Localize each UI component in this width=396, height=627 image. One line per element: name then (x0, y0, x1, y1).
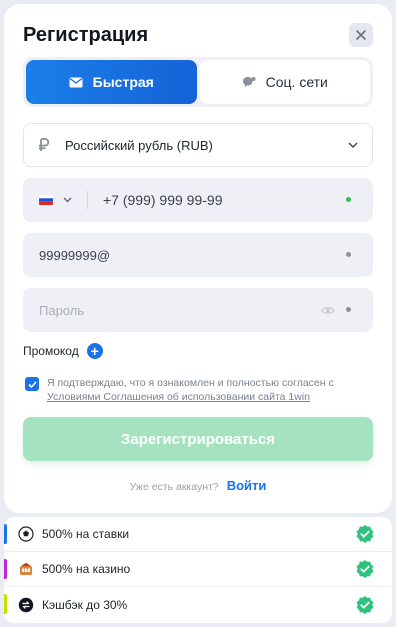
currency-select[interactable]: Российский рубль (RUB) (23, 123, 373, 167)
bonus-label: 500% на ставки (42, 527, 130, 541)
login-question: Уже есть аккаунт? (129, 481, 219, 493)
add-promo-button[interactable]: + (86, 343, 103, 359)
bonus-bar (4, 524, 7, 544)
bonus-item: 500% на казино (4, 552, 392, 587)
phone-divider (87, 191, 88, 209)
email-status-indicator (346, 252, 351, 257)
flag-ru-icon (39, 195, 53, 205)
bonus-bar (4, 594, 7, 614)
tab-social[interactable]: Соц. сети (199, 60, 370, 104)
password-status-indicator (346, 307, 351, 312)
verified-badge-icon (356, 560, 374, 578)
chevron-down-icon (63, 197, 72, 203)
modal-title: Регистрация (23, 24, 149, 46)
close-icon (356, 30, 366, 40)
bonus-item: Кэшбэк до 30% (4, 587, 392, 622)
eye-icon[interactable] (321, 306, 335, 315)
verified-badge-icon (356, 525, 374, 543)
currency-value: Российский рубль (RUB) (65, 137, 213, 153)
mail-icon (69, 77, 83, 87)
tab-quick-label: Быстрая (92, 74, 154, 90)
bonus-list: 500% на ставки 500% на казино Кэшбэк до … (4, 517, 392, 623)
consent-text-block: Я подтверждаю, что я ознакомлен и полнос… (47, 376, 334, 404)
check-icon (27, 380, 37, 388)
email-value: 99999999@ (39, 247, 111, 263)
chat-icon (242, 76, 256, 87)
close-button[interactable] (349, 23, 373, 47)
bonus-label: Кэшбэк до 30% (42, 597, 128, 612)
tab-social-label: Соц. сети (265, 74, 328, 90)
login-row: Уже есть аккаунт? Войти (4, 478, 392, 493)
password-placeholder: Пароль (39, 302, 85, 318)
bonus-bar (4, 559, 7, 579)
login-link[interactable]: Войти (227, 478, 267, 493)
phone-valid-indicator (346, 197, 351, 202)
casino-icon (17, 560, 35, 578)
consent-text: Я подтверждаю, что я ознакомлен и полнос… (47, 377, 334, 389)
password-field[interactable]: Пароль (23, 288, 373, 332)
cashback-icon (17, 596, 35, 614)
chevron-down-icon (348, 142, 358, 148)
email-field[interactable]: 99999999@ (23, 233, 373, 277)
consent-checkbox[interactable] (25, 377, 39, 391)
country-select[interactable] (38, 192, 78, 208)
ruble-icon (39, 138, 50, 151)
phone-field[interactable]: +7 (999) 999 99-99 (23, 178, 373, 222)
bonus-label: 500% на казино (42, 562, 131, 576)
registration-modal: Регистрация Быстрая Соц. сети Российский… (4, 4, 392, 513)
bonus-item: 500% на ставки (4, 517, 392, 552)
registration-tabs: Быстрая Соц. сети (23, 57, 373, 107)
verified-badge-icon (356, 595, 374, 614)
terms-link[interactable]: Условиями Соглашения об использовании са… (47, 391, 310, 403)
register-button[interactable]: Зарегистрироваться (23, 417, 373, 461)
consent-row: Я подтверждаю, что я ознакомлен и полнос… (25, 376, 375, 404)
soccer-ball-icon (17, 525, 35, 543)
tab-quick[interactable]: Быстрая (26, 60, 197, 104)
promo-code-row[interactable]: Промокод + (23, 343, 103, 359)
phone-value: +7 (999) 999 99-99 (103, 192, 223, 208)
promo-label: Промокод (23, 344, 79, 358)
